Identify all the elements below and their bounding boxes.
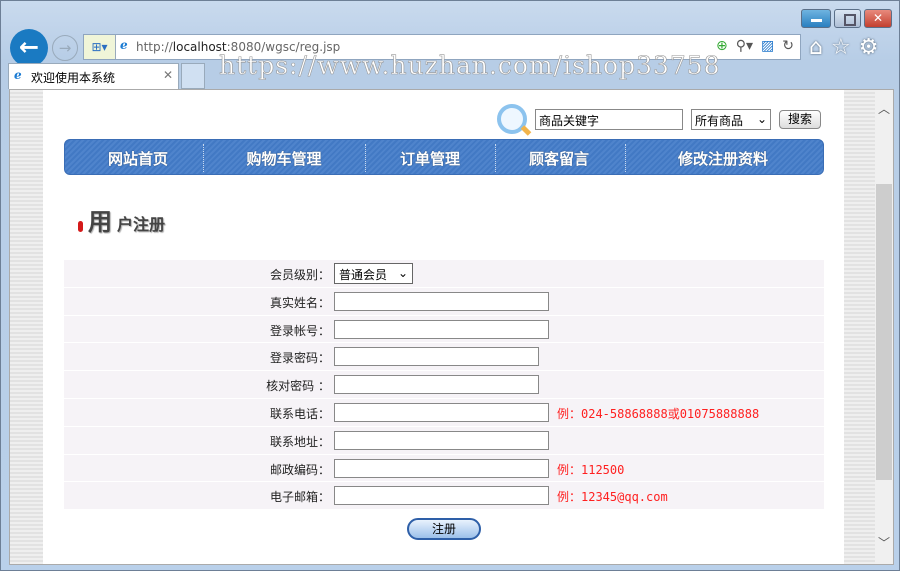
- phone-hint: 例：024-58868888或01075888888: [557, 406, 760, 421]
- form-row: 联系地址：: [64, 426, 824, 455]
- nav-divider: [495, 144, 496, 172]
- favorites-star-icon[interactable]: ☆: [831, 35, 851, 60]
- vertical-scrollbar[interactable]: ︿ ﹀: [875, 90, 893, 564]
- form-row: 登录帐号：: [64, 315, 824, 344]
- nav-divider: [625, 144, 626, 172]
- email-hint: 例：12345@qq.com: [557, 490, 668, 505]
- new-tab-button[interactable]: [181, 63, 205, 89]
- close-tab-icon[interactable]: ✕: [163, 68, 173, 82]
- form-row: 邮政编码： 例：112500: [64, 454, 824, 483]
- nav-divider: [365, 144, 366, 172]
- search-button[interactable]: 搜索: [779, 109, 821, 129]
- addon-icon[interactable]: ⊕: [716, 38, 728, 54]
- maximize-button[interactable]: [834, 9, 861, 28]
- register-form: 会员级别： 普通会员 ⌄ 真实姓名： 登录帐号： 登录密码： 核对密码 ： 联系电…: [64, 260, 824, 511]
- right-margin: [844, 90, 877, 564]
- left-margin: [10, 90, 43, 564]
- field-label: 核对密码 ：: [266, 379, 330, 394]
- ie-icon: e: [120, 38, 128, 52]
- bullet-icon: [78, 221, 83, 232]
- forward-button[interactable]: →: [52, 35, 78, 61]
- scroll-up-icon[interactable]: ︿: [878, 100, 890, 117]
- compat-icon[interactable]: ▨: [761, 38, 774, 54]
- main-nav: 网站首页 购物车管理 订单管理 顾客留言 修改注册资料: [64, 139, 824, 175]
- nav-messages[interactable]: 顾客留言: [529, 148, 589, 169]
- form-row: 会员级别： 普通会员 ⌄: [64, 260, 824, 288]
- form-row: 真实姓名：: [64, 287, 824, 316]
- nav-profile[interactable]: 修改注册资料: [678, 148, 768, 169]
- title-rest: 户注册: [117, 215, 166, 234]
- home-icon[interactable]: ⌂: [809, 35, 823, 60]
- phone-input[interactable]: [334, 402, 549, 422]
- register-button[interactable]: 注册: [407, 518, 481, 540]
- gear-icon[interactable]: ⚙: [859, 35, 879, 60]
- page-content: 商品关键字 所有商品 ⌄ 搜索 网站首页 购物车管理 订单管理 顾客留言 修改注册…: [43, 90, 844, 564]
- field-label: 登录密码：: [269, 351, 330, 366]
- title-big: 用: [88, 208, 112, 236]
- form-row: 登录密码：: [64, 343, 824, 372]
- search-icon[interactable]: ⚲▾: [736, 38, 753, 54]
- scrollbar-thumb[interactable]: [876, 184, 892, 480]
- confirm-password-input[interactable]: [334, 375, 539, 395]
- browser-window: ✕ ← → ⊞▾ e http://localhost:8080/wgsc/re…: [0, 0, 900, 571]
- field-label: 真实姓名：: [269, 295, 330, 310]
- form-row: 电子邮箱： 例：12345@qq.com: [64, 482, 824, 511]
- nav-home[interactable]: 网站首页: [108, 148, 168, 169]
- category-value: 所有商品: [695, 113, 744, 128]
- postcode-hint: 例：112500: [557, 462, 625, 477]
- tab-title: 欢迎使用本系统: [31, 71, 116, 85]
- field-label: 邮政编码：: [269, 462, 330, 477]
- password-input[interactable]: [334, 347, 539, 367]
- field-label: 联系电话：: [269, 406, 330, 421]
- page-viewport: 商品关键字 所有商品 ⌄ 搜索 网站首页 购物车管理 订单管理 顾客留言 修改注册…: [9, 89, 894, 565]
- field-label: 登录帐号：: [269, 323, 330, 338]
- keyword-input[interactable]: 商品关键字: [535, 108, 683, 130]
- back-button[interactable]: ←: [10, 29, 48, 67]
- member-level-value: 普通会员: [339, 268, 388, 282]
- address-bar[interactable]: ⊞▾ e http://localhost:8080/wgsc/reg.jsp …: [83, 34, 801, 60]
- url-text[interactable]: http://localhost:8080/wgsc/reg.jsp: [136, 40, 340, 54]
- address-input[interactable]: [334, 430, 549, 450]
- postcode-input[interactable]: [334, 458, 549, 478]
- field-label: 电子邮箱：: [269, 490, 330, 505]
- chevron-down-icon: ⌄: [756, 111, 767, 126]
- field-label: 会员级别：: [269, 268, 330, 282]
- member-level-select[interactable]: 普通会员 ⌄: [334, 263, 413, 284]
- page-title: 用户注册: [78, 202, 165, 237]
- username-input[interactable]: [334, 319, 549, 339]
- email-input[interactable]: [334, 486, 549, 506]
- nav-cart[interactable]: 购物车管理: [246, 148, 321, 169]
- shield-icon[interactable]: ⊞▾: [84, 35, 116, 59]
- field-label: 联系地址：: [269, 434, 330, 449]
- magnifier-icon: [497, 104, 527, 134]
- close-button[interactable]: ✕: [864, 9, 892, 28]
- refresh-icon[interactable]: ↻: [782, 38, 794, 54]
- scroll-down-icon[interactable]: ﹀: [878, 534, 890, 551]
- nav-orders[interactable]: 订单管理: [400, 148, 460, 169]
- tab-active[interactable]: e 欢迎使用本系统 ✕: [8, 63, 179, 89]
- form-row: 联系电话： 例：024-58868888或01075888888: [64, 398, 824, 427]
- ie-icon: e: [14, 68, 22, 82]
- real-name-input[interactable]: [334, 291, 549, 311]
- category-select[interactable]: 所有商品 ⌄: [691, 108, 771, 130]
- minimize-button[interactable]: [801, 9, 831, 28]
- nav-divider: [203, 144, 204, 172]
- chevron-down-icon: ⌄: [397, 266, 408, 280]
- form-row: 核对密码 ：: [64, 371, 824, 399]
- search-bar: 商品关键字 所有商品 ⌄ 搜索: [497, 104, 821, 134]
